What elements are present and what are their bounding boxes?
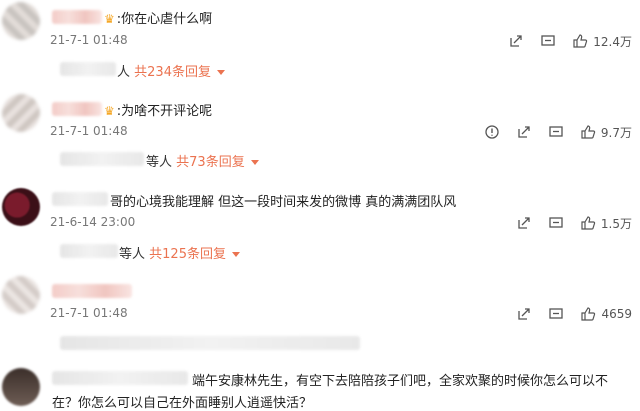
- comment-icon: [548, 215, 564, 231]
- reply-users-redacted: [60, 336, 360, 350]
- like-count: 12.4万: [593, 34, 632, 49]
- replies-summary: 等人 共125条回复: [119, 243, 240, 262]
- avatar[interactable]: [2, 188, 40, 226]
- replies-summary: 人 共234条回复: [117, 61, 225, 80]
- reply-users-redacted: [60, 62, 116, 76]
- comment-item: ♛:为啥不开评论呢 21-7-1 01:48 9.7万 等人 共73条回复: [0, 92, 640, 182]
- thumbs-up-icon: [572, 33, 588, 49]
- comment-icon: [548, 306, 564, 322]
- like-button[interactable]: 9.7万: [580, 124, 632, 141]
- comment-actions: 12.4万: [492, 31, 632, 51]
- view-replies-link[interactable]: 共73条回复: [176, 155, 259, 170]
- reply-users-redacted: [60, 152, 144, 166]
- like-count: 4659: [601, 307, 632, 321]
- comment-time: 21-7-1 01:48: [50, 33, 128, 47]
- comment-time: 21-6-14 23:00: [50, 215, 136, 229]
- avatar[interactable]: [2, 368, 40, 406]
- chevron-down-icon: [216, 70, 225, 75]
- thumbs-up-icon: [580, 306, 596, 322]
- username-redacted: [52, 10, 102, 24]
- comment-time: 21-7-1 01:48: [50, 124, 128, 138]
- like-count: 9.7万: [600, 125, 632, 140]
- share-icon: [516, 215, 532, 231]
- comment-actions: 9.7万: [468, 122, 632, 142]
- share-button[interactable]: [516, 306, 532, 322]
- share-button[interactable]: [516, 124, 532, 140]
- replies-summary: 等人 共73条回复: [146, 151, 259, 170]
- like-button[interactable]: 1.5万: [580, 215, 632, 232]
- comment-item: ♛:你在心虐什么啊 21-7-1 01:48 12.4万 人 共234条回复: [0, 0, 640, 90]
- comment-time: 21-7-1 01:48: [50, 306, 128, 320]
- comment-button[interactable]: [540, 33, 556, 49]
- comment-item: 哥的心境我能理解 但这一段时间来发的微博 真的满满团队风 21-6-14 23:…: [0, 183, 640, 269]
- username-redacted: [52, 192, 108, 206]
- report-button[interactable]: [484, 124, 500, 140]
- thumbs-up-icon: [580, 215, 596, 231]
- avatar[interactable]: [2, 94, 40, 132]
- like-button[interactable]: 4659: [580, 306, 632, 322]
- comment-item: 21-7-1 01:48 4659: [0, 272, 640, 358]
- replies-link-label: 共73条回复: [176, 155, 245, 170]
- replies-link-label: 共125条回复: [149, 247, 226, 262]
- replies-prefix: 人: [117, 65, 131, 80]
- share-button[interactable]: [508, 33, 524, 49]
- replies-link-label: 共234条回复: [134, 65, 211, 80]
- comment-text: ♛:为啥不开评论呢: [104, 104, 213, 119]
- reply-users-redacted: [60, 244, 118, 258]
- share-icon: [516, 124, 532, 140]
- avatar[interactable]: [2, 2, 40, 40]
- comment-button[interactable]: [548, 306, 564, 322]
- view-replies-link[interactable]: 共125条回复: [149, 247, 240, 262]
- comment-actions: 4659: [500, 304, 632, 324]
- share-button[interactable]: [516, 215, 532, 231]
- comment-item: 端午安康林先生，有空下去陪陪孩子们吧，全家欢聚的时候你怎么可以不 在？你怎么可以…: [0, 362, 640, 411]
- replies-prefix: 等人: [146, 155, 173, 170]
- username-redacted: [52, 371, 188, 385]
- comment-text: 哥的心境我能理解 但这一段时间来发的微博 真的满满团队风: [110, 195, 457, 210]
- report-icon: [484, 124, 500, 140]
- thumbs-up-icon: [580, 124, 596, 140]
- avatar[interactable]: [2, 276, 40, 314]
- comment-actions: 1.5万: [500, 213, 632, 233]
- crown-icon: ♛: [104, 12, 115, 26]
- chevron-down-icon: [250, 160, 259, 165]
- like-button[interactable]: 12.4万: [572, 33, 632, 50]
- comment-button[interactable]: [548, 124, 564, 140]
- comment-text: ♛:你在心虐什么啊: [104, 12, 213, 27]
- username-redacted: [52, 284, 132, 298]
- username-redacted: [52, 102, 102, 116]
- comment-icon: [540, 33, 556, 49]
- replies-prefix: 等人: [119, 247, 146, 262]
- share-icon: [516, 306, 532, 322]
- crown-icon: ♛: [104, 104, 115, 118]
- like-count: 1.5万: [600, 216, 632, 231]
- share-icon: [508, 33, 524, 49]
- chevron-down-icon: [231, 252, 240, 257]
- comment-text-line-1: 端午安康林先生，有空下去陪陪孩子们吧，全家欢聚的时候你怎么可以不: [192, 374, 609, 389]
- comment-icon: [548, 124, 564, 140]
- view-replies-link[interactable]: 共234条回复: [134, 65, 225, 80]
- comment-button[interactable]: [548, 215, 564, 231]
